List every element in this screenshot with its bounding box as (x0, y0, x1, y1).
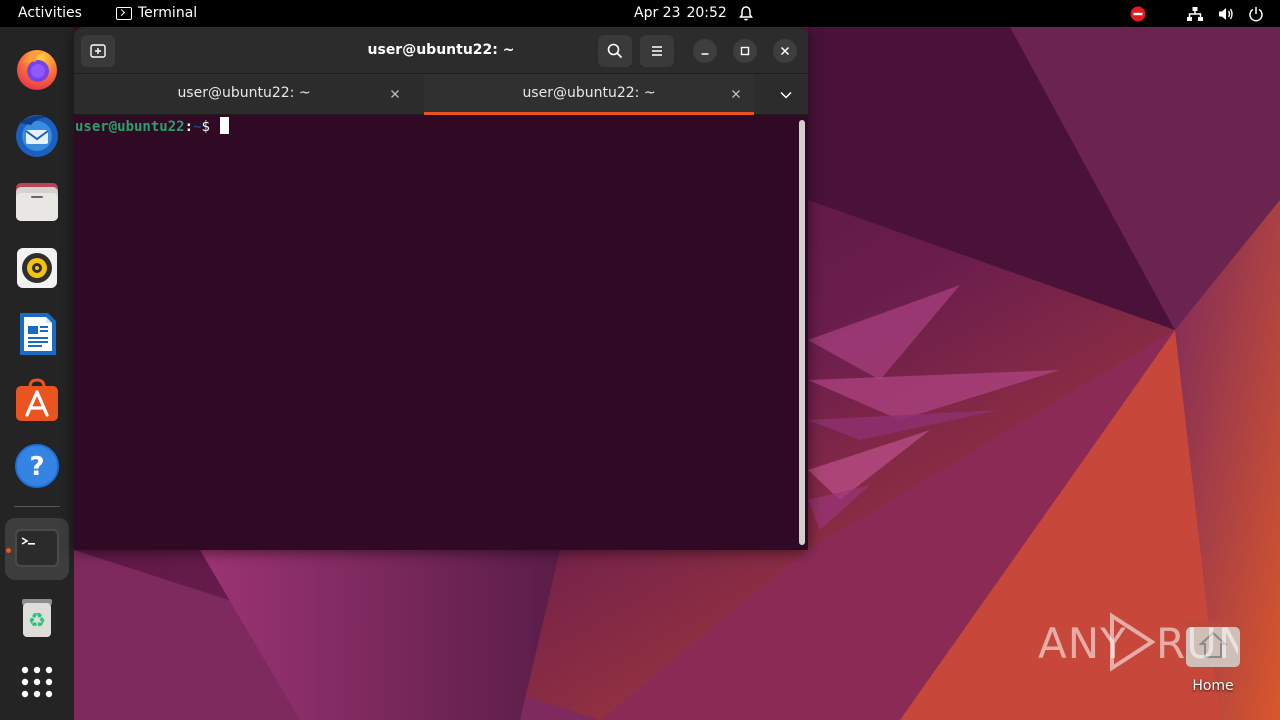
new-tab-icon (90, 44, 106, 58)
dock: ? ♻ (0, 27, 74, 720)
firefox-icon (17, 50, 57, 90)
notification-bell-icon[interactable] (738, 0, 754, 27)
svg-text:♻: ♻ (28, 608, 46, 632)
terminal-window[interactable]: user@ubuntu22: ~ user@ubuntu22: ~ user@u… (74, 27, 808, 550)
prompt-line: user@ubuntu22:~$ (75, 117, 230, 136)
anyrun-logo: ANY RUN (1038, 612, 1238, 672)
terminal-small-icon (116, 7, 132, 20)
terminal-output[interactable]: user@ubuntu22:~$ (74, 115, 808, 550)
tab-close-icon[interactable] (389, 88, 401, 100)
search-button[interactable] (598, 35, 632, 67)
dock-trash[interactable]: ♻ (13, 592, 61, 640)
top-bar: Activities Terminal Apr 23 20:52 (0, 0, 1280, 27)
app-menu-label: Terminal (138, 5, 198, 21)
prompt-colon: : (184, 119, 194, 135)
system-tray[interactable] (1130, 0, 1264, 27)
dock-help[interactable]: ? (13, 442, 61, 490)
main-menu-button[interactable] (640, 35, 674, 67)
clock-time: 20:52 (686, 5, 727, 21)
dock-terminal[interactable] (13, 525, 61, 573)
tab-close-icon[interactable] (730, 88, 742, 100)
prompt-user-host: user@ubuntu22 (75, 119, 185, 135)
new-tab-button[interactable] (81, 35, 115, 67)
prompt-symbol: $ (201, 119, 219, 135)
close-icon (780, 46, 790, 56)
trash-icon: ♻ (22, 599, 52, 637)
tab-2-active[interactable]: user@ubuntu22: ~ (424, 74, 754, 115)
network-icon[interactable] (1186, 6, 1204, 22)
maximize-button[interactable] (733, 39, 757, 63)
hamburger-menu-icon (652, 46, 662, 56)
dock-separator (14, 506, 60, 507)
svg-text:RUN: RUN (1156, 619, 1238, 668)
minimize-icon (701, 53, 709, 55)
tab-1[interactable]: user@ubuntu22: ~ (74, 74, 414, 115)
maximize-icon (740, 46, 750, 56)
dock-files[interactable] (13, 178, 61, 226)
dock-ubuntu-software[interactable] (13, 376, 61, 424)
dock-firefox[interactable] (13, 45, 61, 93)
do-not-disturb-icon[interactable] (1130, 6, 1146, 22)
svg-text:?: ? (29, 452, 44, 482)
app-menu-button[interactable]: Terminal (116, 0, 197, 27)
activities-button[interactable]: Activities (18, 0, 82, 27)
thunderbird-icon (16, 115, 58, 157)
rhythmbox-icon (17, 248, 57, 288)
clock-date: Apr 23 (634, 5, 681, 21)
text-cursor (220, 117, 230, 134)
help-icon: ? (15, 444, 59, 488)
search-icon (607, 43, 623, 59)
tab-bar: user@ubuntu22: ~ user@ubuntu22: ~ (74, 74, 808, 115)
software-icon (16, 378, 58, 421)
volume-icon[interactable] (1218, 6, 1234, 22)
dock-show-applications[interactable] (13, 658, 61, 706)
watermark: ANY RUN (1038, 606, 1238, 678)
scrollbar[interactable] (799, 120, 805, 545)
clock-button[interactable]: Apr 23 20:52 (634, 0, 727, 27)
running-indicator (6, 548, 11, 553)
app-grid-icon (21, 666, 53, 698)
power-icon[interactable] (1248, 6, 1264, 22)
writer-icon (20, 313, 56, 355)
dock-thunderbird[interactable] (13, 111, 61, 159)
terminal-headerbar[interactable]: user@ubuntu22: ~ (74, 27, 808, 74)
dock-libreoffice-writer[interactable] (13, 310, 61, 358)
chevron-down-icon[interactable] (778, 88, 794, 102)
minimize-button[interactable] (693, 39, 717, 63)
dock-rhythmbox[interactable] (13, 244, 61, 292)
close-window-button[interactable] (773, 39, 797, 63)
tab-label: user@ubuntu22: ~ (177, 85, 311, 101)
tab-label: user@ubuntu22: ~ (522, 85, 656, 101)
home-folder-label[interactable]: Home (1178, 678, 1248, 694)
files-icon (16, 183, 58, 221)
terminal-icon (15, 529, 59, 567)
